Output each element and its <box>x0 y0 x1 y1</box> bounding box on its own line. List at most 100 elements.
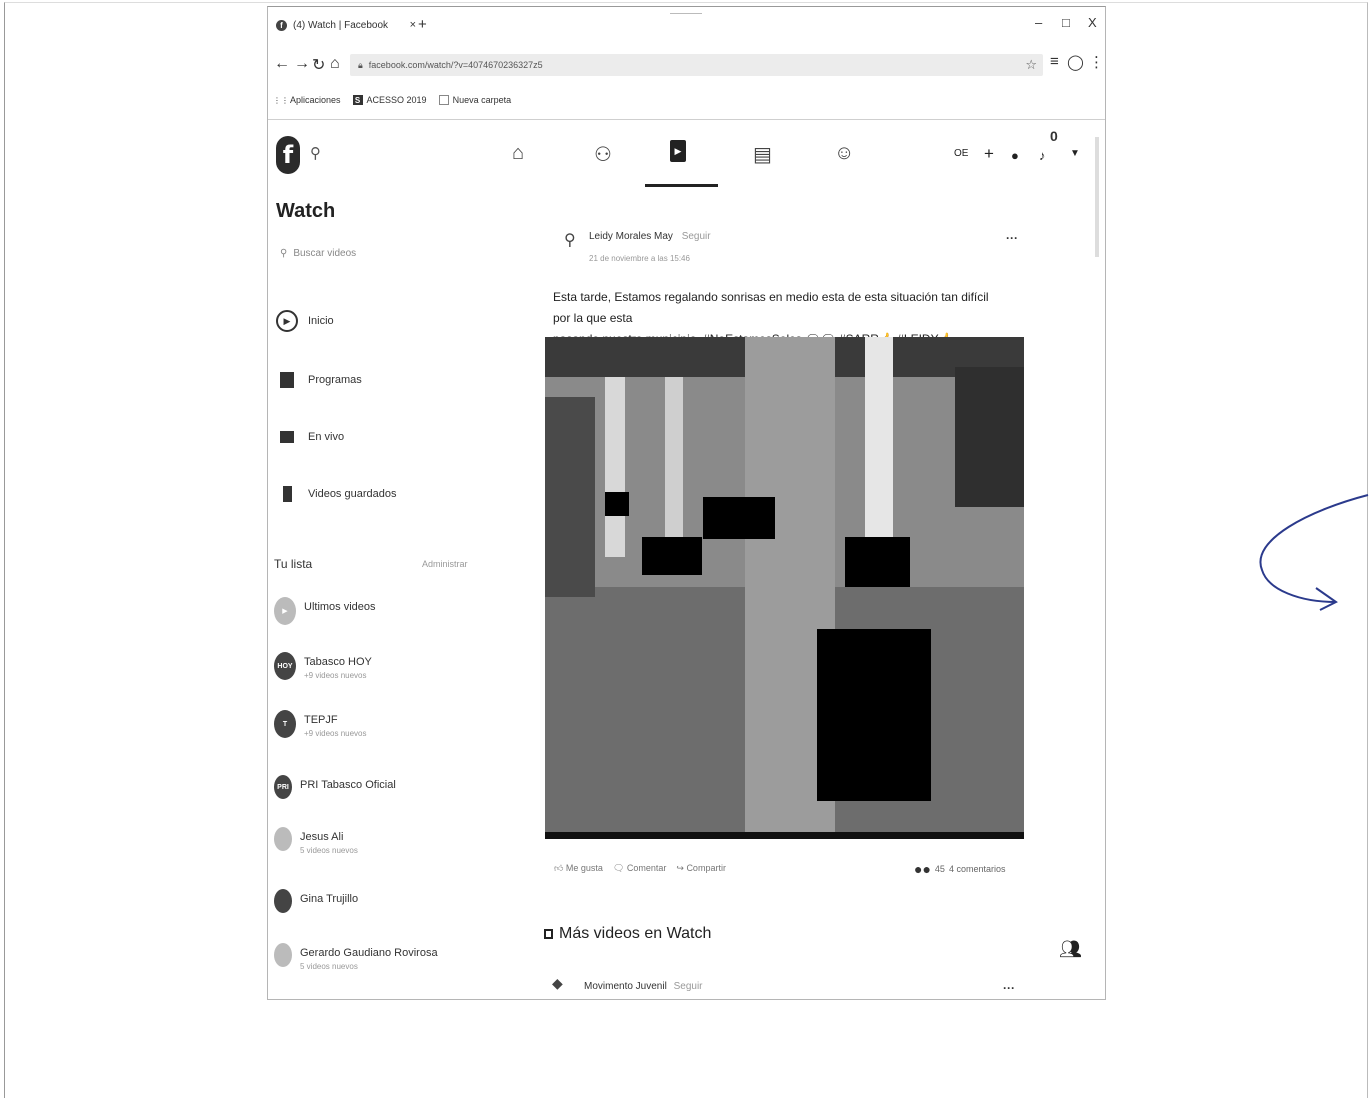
share-label: Compartir <box>686 863 726 873</box>
live-shape <box>280 431 294 443</box>
watch-search[interactable]: ⚲ Buscar videos <box>280 248 356 259</box>
notifications-bell-icon[interactable]: ♪ <box>1039 148 1046 163</box>
sidebar-item-videos-guardados[interactable]: Videos guardados <box>276 483 396 505</box>
play-icon: ▶ <box>274 597 296 625</box>
messenger-icon[interactable]: ● <box>1011 148 1019 163</box>
comment-button[interactable]: 🗨︎ Comentar <box>613 863 666 874</box>
subscription-item[interactable]: Gerardo Gaudiano Rovirosa 5 videos nuevo… <box>274 943 438 971</box>
close-window-button[interactable]: X <box>1088 15 1097 30</box>
like-button[interactable]: 👍︎ Me gusta <box>554 863 603 874</box>
subscription-item[interactable]: T TEPJF +9 videos nuevos <box>274 710 367 738</box>
live-icon <box>276 426 298 448</box>
watch-icon <box>544 929 553 939</box>
facebook-logo-icon[interactable]: f <box>276 136 300 174</box>
reload-icon[interactable]: ↻ <box>312 55 325 75</box>
subscription-name: PRI Tabasco Oficial <box>300 779 396 791</box>
like-label: Me gusta <box>565 863 603 873</box>
next-author-avatar[interactable]: ◆ <box>552 975 563 992</box>
sidebar-item-programas[interactable]: Programas <box>276 369 362 391</box>
subscription-name: TEPJF <box>304 714 338 726</box>
home-icon[interactable]: ⌂ <box>330 55 340 73</box>
friends-nav-icon[interactable]: ⚇ <box>594 142 612 167</box>
account-dropdown-icon[interactable]: ▼ <box>1070 148 1080 159</box>
share-button[interactable]: ↪ Compartir <box>676 863 726 874</box>
maximize-button[interactable]: □ <box>1062 15 1070 30</box>
subscription-meta: +9 videos nuevos <box>304 671 367 680</box>
avatar <box>274 889 292 913</box>
bookmark-star-icon[interactable]: ☆ <box>1025 57 1037 73</box>
post-options-button[interactable]: ··· <box>1006 231 1018 245</box>
next-author-name[interactable]: Movimento Juvenil <box>584 981 667 992</box>
subscription-name: Jesus Ali <box>300 831 344 843</box>
video-player[interactable] <box>545 337 1024 839</box>
contacts-icon[interactable]: 👥︎ <box>1059 939 1082 960</box>
sidebar-item-label: En vivo <box>308 431 345 443</box>
lock-icon: 🔒︎ <box>358 59 363 70</box>
subscription-item[interactable]: Gina Trujillo <box>274 889 358 913</box>
reading-list-icon[interactable]: ≡ <box>1050 53 1059 70</box>
minimize-button[interactable]: – <box>1035 15 1042 30</box>
menu-dots-icon[interactable]: ⋮ <box>1089 53 1104 71</box>
post-author: Leidy Morales May Seguir <box>589 231 711 242</box>
subscription-name: Gerardo Gaudiano Rovirosa <box>300 947 438 959</box>
comments-count[interactable]: 4 comentarios <box>949 864 1006 874</box>
subscription-item[interactable]: PRI PRI Tabasco Oficial <box>274 775 396 799</box>
next-post-author: Movimento Juvenil Seguir <box>584 981 703 992</box>
video-frame <box>545 337 1024 839</box>
avatar <box>274 943 292 967</box>
new-tab-button[interactable]: + <box>418 16 427 33</box>
profile-icon[interactable]: ◯ <box>1067 53 1084 71</box>
address-bar[interactable]: 🔒︎ facebook.com/watch/?v=4074670236327z5… <box>350 54 1043 76</box>
bookmark-apps[interactable]: ⋮⋮ Aplicaciones <box>273 95 341 105</box>
sidebar-item-inicio[interactable]: ▶ Inicio <box>276 310 334 332</box>
avatar: HOY <box>274 652 296 680</box>
subscription-item[interactable]: Jesus Ali 5 videos nuevos <box>274 827 358 855</box>
subscription-meta: +9 videos nuevos <box>304 729 367 738</box>
navigation-row: ← → ↻ ⌂ 🔒︎ facebook.com/watch/?v=4074670… <box>268 51 1105 79</box>
bookmark-label: Nueva carpeta <box>452 95 512 105</box>
subscription-meta: 5 videos nuevos <box>300 962 358 971</box>
post-timestamp[interactable]: 21 de noviembre a las 15:46 <box>589 254 690 263</box>
reaction-icons: ●● <box>914 861 931 877</box>
home-nav-icon[interactable]: ⌂ <box>512 142 524 165</box>
avatar <box>274 827 292 851</box>
groups-nav-icon[interactable]: ☺ <box>834 142 854 165</box>
bookmarks-bar: ⋮⋮ Aplicaciones S ACESSO 2019 Nueva carp… <box>273 91 512 109</box>
bookmark-icon: S <box>352 95 363 105</box>
window-drag-handle[interactable] <box>670 13 702 14</box>
browser-window: f (4) Watch | Facebook × + – □ X ← → ↻ ⌂… <box>267 6 1106 1000</box>
subscription-item[interactable]: ▶ Ultimos videos <box>274 597 376 625</box>
page-title: Watch <box>276 200 336 222</box>
next-follow-button[interactable]: Seguir <box>674 981 703 992</box>
author-avatar[interactable]: ⚲ <box>564 230 576 250</box>
watch-nav-icon[interactable]: ▶ <box>670 140 686 162</box>
avatar: T <box>274 710 296 738</box>
tab-close-icon[interactable]: × <box>410 19 416 31</box>
subscription-item[interactable]: HOY Tabasco HOY +9 videos nuevos <box>274 652 372 680</box>
create-plus-icon[interactable]: + <box>984 144 994 164</box>
facebook-header: f ⚲ ⌂ ⚇ ▶ ▤ ☺ OE + ● ♪ 0 ▼ <box>268 120 1105 190</box>
avatar: PRI <box>274 775 292 799</box>
annotation-arrow-icon <box>1259 494 1369 611</box>
scrollbar[interactable] <box>1095 137 1099 257</box>
bookmark-acesso[interactable]: S ACESSO 2019 <box>352 95 427 105</box>
back-arrow-icon[interactable]: ← <box>274 55 290 73</box>
play-icon: ▶ <box>276 310 298 332</box>
saved-shape <box>282 486 292 502</box>
author-name[interactable]: Leidy Morales May <box>589 231 673 242</box>
forward-arrow-icon[interactable]: → <box>294 55 310 73</box>
next-post-options-button[interactable]: ··· <box>1003 981 1015 995</box>
sidebar-item-label: Inicio <box>308 315 334 327</box>
bookmark-folder[interactable]: Nueva carpeta <box>438 95 512 105</box>
bookmark-label: ACESSO 2019 <box>366 95 427 105</box>
search-input[interactable]: Buscar videos <box>293 248 356 259</box>
saved-icon <box>276 483 298 505</box>
tab-watch-facebook[interactable]: f (4) Watch | Facebook × <box>276 14 416 36</box>
reactions-summary[interactable]: ●● 45 4 comentarios <box>914 861 1005 877</box>
follow-button[interactable]: Seguir <box>682 231 711 242</box>
marketplace-nav-icon[interactable]: ▤ <box>753 142 772 167</box>
user-initials[interactable]: OE <box>954 148 968 159</box>
manage-link[interactable]: Administrar <box>422 559 468 569</box>
sidebar-item-en-vivo[interactable]: En vivo <box>276 426 344 448</box>
search-icon[interactable]: ⚲ <box>310 144 321 162</box>
